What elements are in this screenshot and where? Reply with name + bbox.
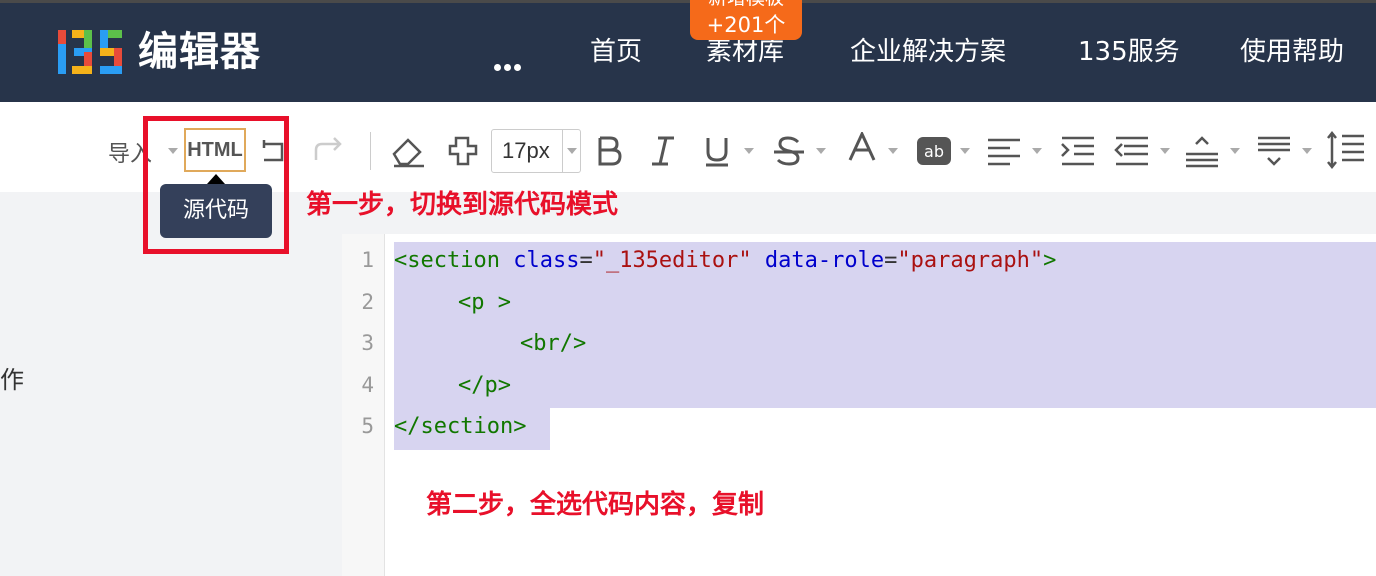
logo-135-icon xyxy=(58,30,122,74)
code-tag: </p> xyxy=(458,373,511,398)
line-number: 3 xyxy=(361,331,374,355)
paragraph-spacing-icon[interactable] xyxy=(1114,134,1150,168)
top-border xyxy=(0,0,1376,3)
code-line-3[interactable]: <br/> xyxy=(520,329,586,359)
strike-dropdown-icon[interactable] xyxy=(816,148,826,154)
redo-icon[interactable] xyxy=(312,136,346,166)
font-color-icon[interactable] xyxy=(846,132,878,164)
code-line-5[interactable]: </section> xyxy=(394,412,526,442)
format-painter-icon[interactable] xyxy=(446,134,480,168)
nav-enterprise-solutions[interactable]: 企业解决方案 xyxy=(850,28,1006,76)
code-tag: <section xyxy=(394,248,500,273)
highlight-dropdown-icon[interactable] xyxy=(960,148,970,154)
code-line-2[interactable]: <p > xyxy=(458,288,511,318)
line-number: 2 xyxy=(361,290,374,314)
code-line-1[interactable]: <section class="_135editor" data-role="p… xyxy=(394,246,1056,276)
highlight-box xyxy=(143,116,289,254)
eraser-icon[interactable] xyxy=(390,134,426,168)
indent-icon[interactable] xyxy=(1060,134,1096,168)
line-number: 1 xyxy=(361,248,374,272)
code-string: "_135editor" xyxy=(592,248,752,273)
step1-annotation: 第一步，切换到源代码模式 xyxy=(306,190,619,220)
para-spacing-dropdown-icon[interactable] xyxy=(1160,148,1170,154)
badge-count: +201个 xyxy=(706,13,786,37)
line-height-icon[interactable] xyxy=(1326,130,1366,170)
code-tag: > xyxy=(1043,248,1057,273)
underline-dropdown-icon[interactable] xyxy=(744,148,754,154)
italic-icon[interactable] xyxy=(648,134,678,168)
code-line-4[interactable]: </p> xyxy=(458,371,511,401)
logo-text: 编辑器 xyxy=(138,29,261,75)
spacing-before-dropdown-icon[interactable] xyxy=(1230,148,1240,154)
font-color-dropdown-icon[interactable] xyxy=(888,148,898,154)
chevron-down-icon xyxy=(567,148,577,154)
code-attr: data-role xyxy=(764,248,885,273)
nav-135-services[interactable]: 135服务 xyxy=(1078,28,1180,76)
line-number-gutter xyxy=(342,234,385,576)
sidebar-partial-label: 作 xyxy=(0,366,24,394)
font-size-arrow[interactable] xyxy=(562,130,581,172)
nav-help[interactable]: 使用帮助 xyxy=(1240,28,1344,76)
spacing-after-icon[interactable] xyxy=(1256,134,1292,168)
align-dropdown-icon[interactable] xyxy=(1032,148,1042,154)
code-tag: <p > xyxy=(458,290,511,315)
new-templates-badge[interactable]: 新增模板 +201个 xyxy=(690,0,802,40)
code-tag: </section> xyxy=(394,414,527,439)
logo[interactable]: 编辑器 xyxy=(56,24,296,80)
underline-icon[interactable] xyxy=(702,134,732,168)
bold-icon[interactable] xyxy=(594,134,624,168)
line-number: 5 xyxy=(361,414,374,438)
strikethrough-icon[interactable] xyxy=(772,134,806,168)
code-string: "paragraph" xyxy=(897,248,1044,273)
spacing-before-icon[interactable] xyxy=(1184,134,1220,168)
toolbar-divider xyxy=(370,132,371,170)
svg-text:ab: ab xyxy=(924,142,944,161)
badge-label: 新增模板 xyxy=(690,0,802,10)
spacing-after-dropdown-icon[interactable] xyxy=(1302,148,1312,154)
highlight-color-icon[interactable]: ab xyxy=(916,136,952,166)
step2-annotation: 第二步，全选代码内容，复制 xyxy=(426,490,765,520)
line-number: 4 xyxy=(361,373,374,397)
code-attr: class xyxy=(513,248,580,273)
align-left-icon[interactable] xyxy=(986,136,1022,168)
nav-home[interactable]: 首页 xyxy=(590,28,642,76)
code-tag: <br/> xyxy=(520,331,587,356)
more-menu-icon[interactable] xyxy=(494,56,524,75)
